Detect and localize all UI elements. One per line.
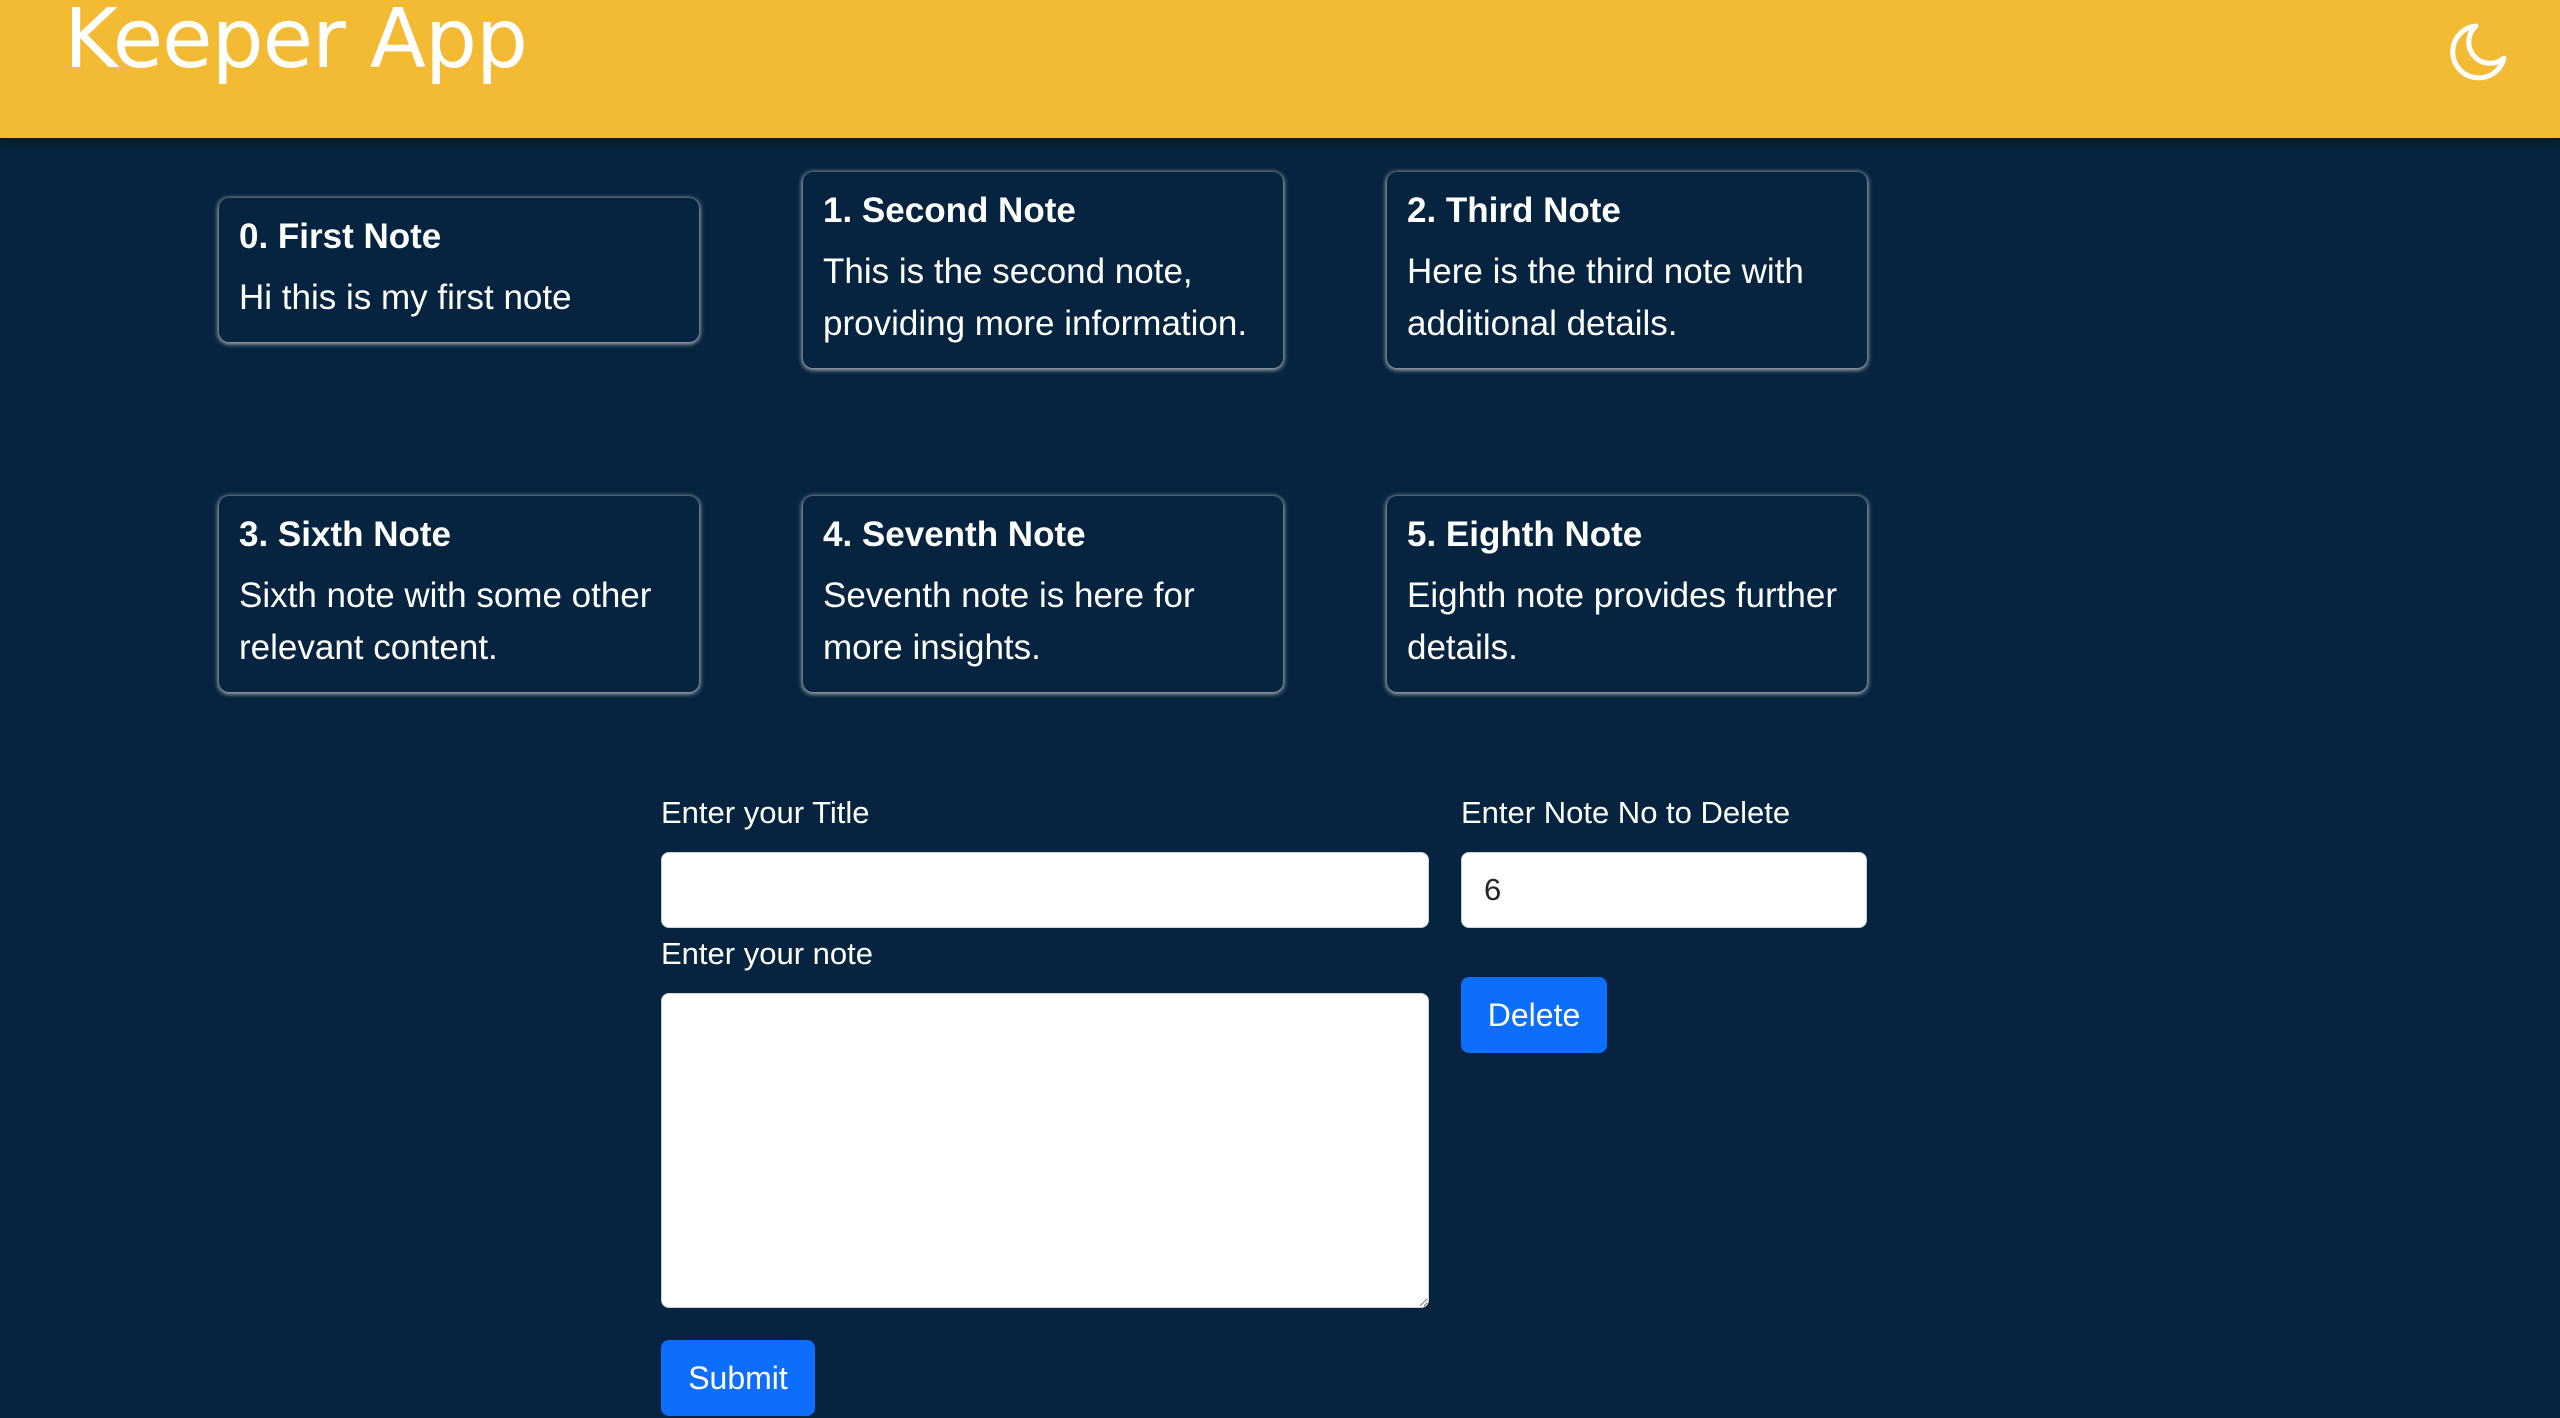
note-content: This is the second note, providing more … — [823, 252, 1248, 343]
note-card: 0. First Note Hi this is my first note — [219, 198, 699, 342]
note-content: Eighth note provides further details. — [1407, 576, 1837, 667]
title-label: Enter your Title — [661, 795, 870, 830]
note-label: Enter your note — [661, 936, 873, 971]
moon-icon — [2446, 18, 2512, 84]
submit-button[interactable]: Submit — [661, 1340, 815, 1416]
note-content: Sixth note with some other relevant cont… — [239, 576, 652, 667]
note-textarea[interactable] — [661, 993, 1429, 1308]
delete-note-label: Enter Note No to Delete — [1461, 795, 1791, 830]
theme-toggle-button[interactable] — [2446, 18, 2512, 84]
note-title: 3. Sixth Note — [239, 515, 451, 554]
note-card: 3. Sixth Note Sixth note with some other… — [219, 496, 699, 692]
note-card: 1. Second Note This is the second note, … — [803, 172, 1283, 368]
note-title: 5. Eighth Note — [1407, 515, 1643, 554]
note-card: 5. Eighth Note Eighth note provides furt… — [1387, 496, 1867, 692]
note-title: 4. Seventh Note — [823, 515, 1086, 554]
title-input[interactable] — [661, 852, 1429, 928]
note-title: 2. Third Note — [1407, 191, 1621, 230]
note-content: Hi this is my first note — [239, 278, 572, 317]
delete-note-number-input[interactable] — [1461, 852, 1867, 928]
note-card: 2. Third Note Here is the third note wit… — [1387, 172, 1867, 368]
app-header: Keeper App — [0, 0, 2560, 138]
note-content: Here is the third note with additional d… — [1407, 252, 1804, 343]
note-content: Seventh note is here for more insights. — [823, 576, 1195, 667]
app-title: Keeper App — [64, 0, 528, 87]
delete-button[interactable]: Delete — [1461, 977, 1607, 1053]
note-card: 4. Seventh Note Seventh note is here for… — [803, 496, 1283, 692]
note-title: 1. Second Note — [823, 191, 1076, 230]
note-title: 0. First Note — [239, 217, 442, 256]
